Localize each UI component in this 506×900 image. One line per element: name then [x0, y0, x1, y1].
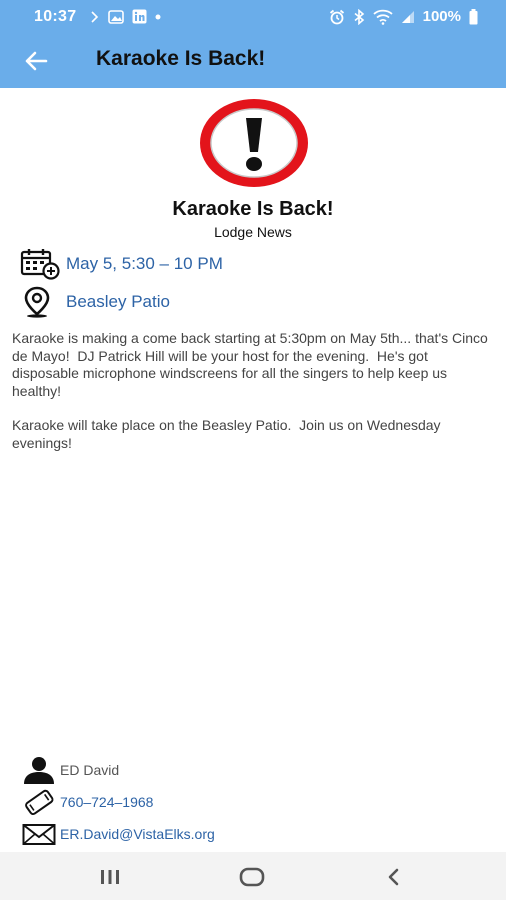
linkedin-notification-icon [132, 9, 147, 24]
contact-phone-link[interactable]: 760–724–1968 [60, 794, 153, 810]
page-title: Karaoke Is Back! [96, 47, 266, 70]
contact-phone-row[interactable]: 760–724–1968 [22, 789, 153, 816]
app-bar: Karaoke Is Back! [0, 34, 506, 88]
system-nav-bar [0, 852, 506, 900]
status-right: 100% [329, 8, 478, 25]
contact-name: ED David [60, 762, 120, 778]
recent-apps-button[interactable] [90, 862, 130, 892]
event-date-row[interactable]: May 5, 5:30 – 10 PM [20, 248, 223, 280]
post-paragraph: Karaoke will take place on the Beasley P… [12, 417, 445, 451]
post-category: Lodge News [214, 224, 292, 240]
event-location: Beasley Patio [66, 292, 170, 311]
contact-email-link[interactable]: ER.David@VistaElks.org [60, 826, 215, 842]
back-button[interactable] [20, 46, 52, 76]
home-button[interactable] [232, 862, 272, 892]
battery-icon [469, 8, 478, 24]
post-body: Karaoke is making a come back starting a… [12, 330, 494, 469]
alert-icon [200, 99, 308, 187]
arrow-left-icon [25, 51, 48, 71]
contact-email-row[interactable]: ER.David@VistaElks.org [22, 821, 215, 847]
phone-icon [25, 789, 54, 816]
cell-signal-icon [401, 10, 414, 23]
status-bar: 10:37 100% [0, 0, 506, 34]
alarm-icon [329, 9, 344, 24]
event-location-row[interactable]: Beasley Patio [20, 286, 170, 318]
post-title: Karaoke Is Back! [172, 198, 334, 220]
notification-icons [90, 9, 161, 24]
image-notification-icon [108, 9, 124, 24]
bluetooth-icon [354, 8, 364, 25]
chevron-left-icon [388, 868, 399, 886]
dot-notification-icon [155, 14, 161, 19]
event-date: May 5, 5:30 – 10 PM [66, 254, 223, 273]
home-icon [239, 867, 265, 887]
wifi-icon [373, 9, 393, 25]
map-pin-icon [24, 286, 50, 318]
contact-name-row: ED David [22, 757, 120, 784]
calendar-add-icon [20, 249, 60, 280]
envelope-icon [22, 824, 56, 845]
back-nav-button[interactable] [374, 862, 414, 892]
post-paragraph: Karaoke is making a come back starting a… [12, 330, 492, 399]
battery-percent: 100% [422, 8, 461, 25]
signal-notification-icon [91, 10, 99, 23]
recent-apps-icon [101, 870, 119, 884]
status-time: 10:37 [34, 8, 77, 25]
person-icon [24, 757, 54, 784]
